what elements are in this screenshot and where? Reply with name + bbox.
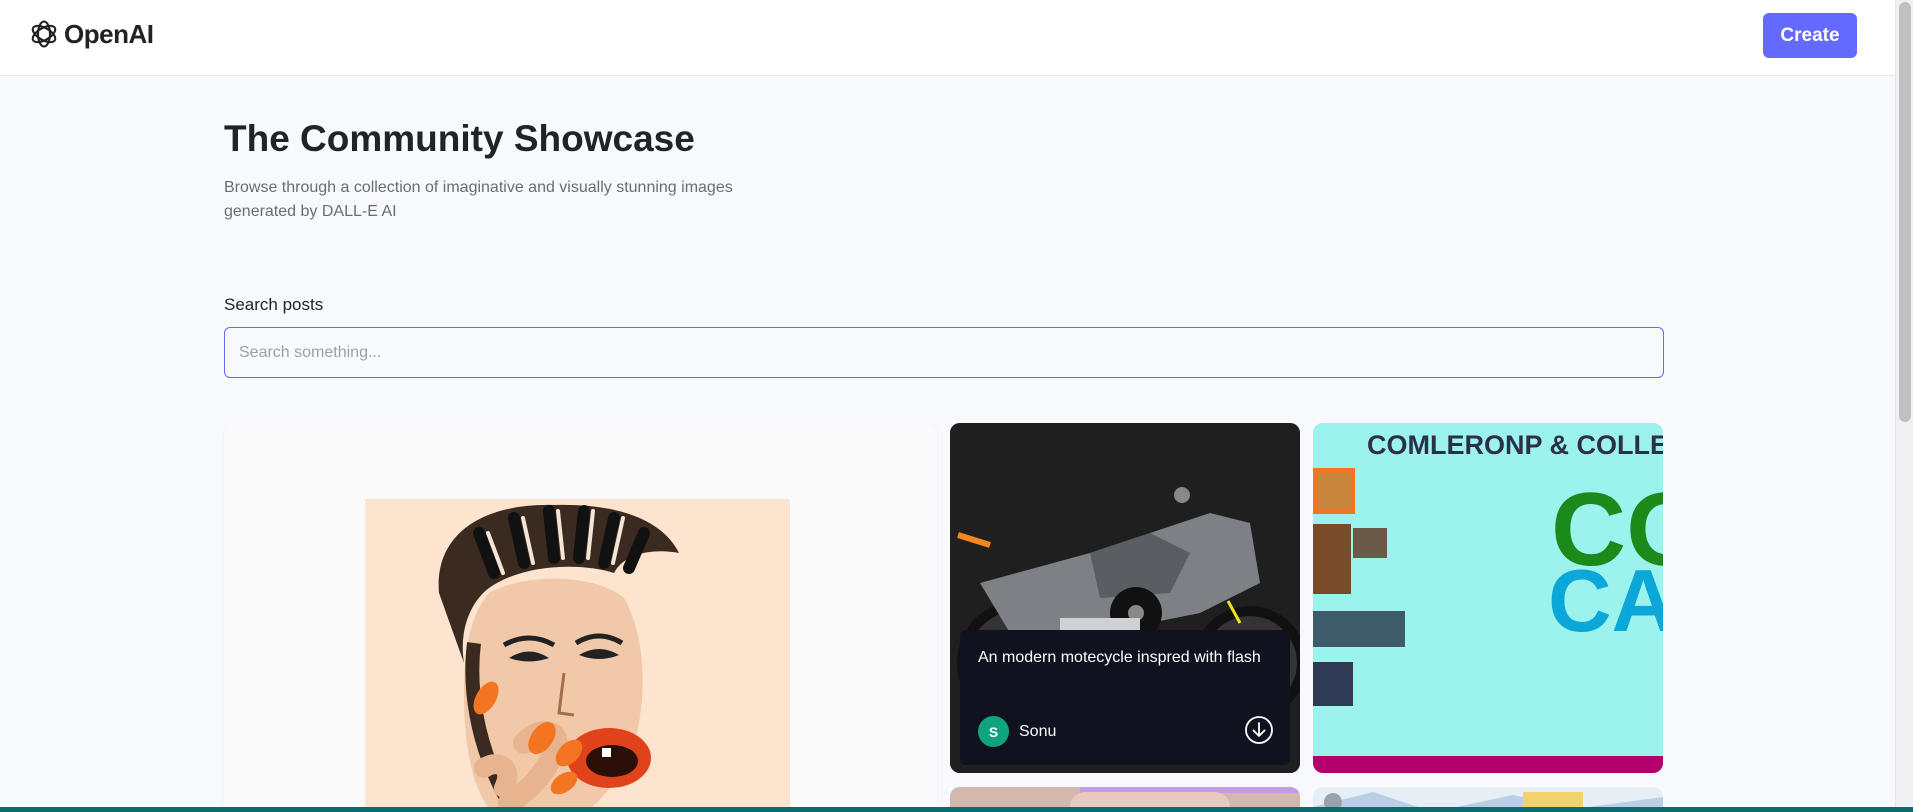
create-button[interactable]: Create (1763, 13, 1857, 58)
page-subtitle: Browse through a collection of imaginati… (224, 179, 733, 220)
bottom-edge-bar (0, 807, 1913, 812)
search-label: Search posts (224, 295, 324, 314)
openai-logo[interactable]: OpenAI (28, 18, 154, 50)
image-card[interactable]: An modern motecycle inspred with flash S… (950, 423, 1300, 773)
logo-text: OpenAI (64, 18, 154, 49)
avatar: S (978, 716, 1009, 747)
search-input[interactable] (224, 327, 1664, 378)
collage-title-text: COMLERONP & COLLE (1367, 430, 1663, 460)
image-card[interactable]: COMLERONP & COLLE CO CAC (1313, 423, 1663, 773)
author-name: Sonu (1019, 722, 1057, 740)
card-image: COMLERONP & COLLE CO CAC (1313, 423, 1663, 773)
image-card[interactable] (224, 423, 937, 812)
top-navbar: OpenAI Create (0, 0, 1895, 76)
collage-big-text-2: CAC (1548, 551, 1663, 650)
card-hover-overlay: An modern motecycle inspred with flash S… (960, 630, 1290, 765)
card-prompt: An modern motecycle inspred with flash (978, 649, 1261, 666)
scrollbar-thumb[interactable] (1899, 2, 1911, 422)
page-scrollbar[interactable] (1895, 0, 1913, 812)
download-icon[interactable] (1244, 715, 1274, 745)
openai-logo-icon (31, 20, 57, 48)
card-author: S Sonu (978, 716, 1056, 747)
page-title: The Community Showcase (224, 118, 695, 159)
card-image (365, 499, 790, 812)
